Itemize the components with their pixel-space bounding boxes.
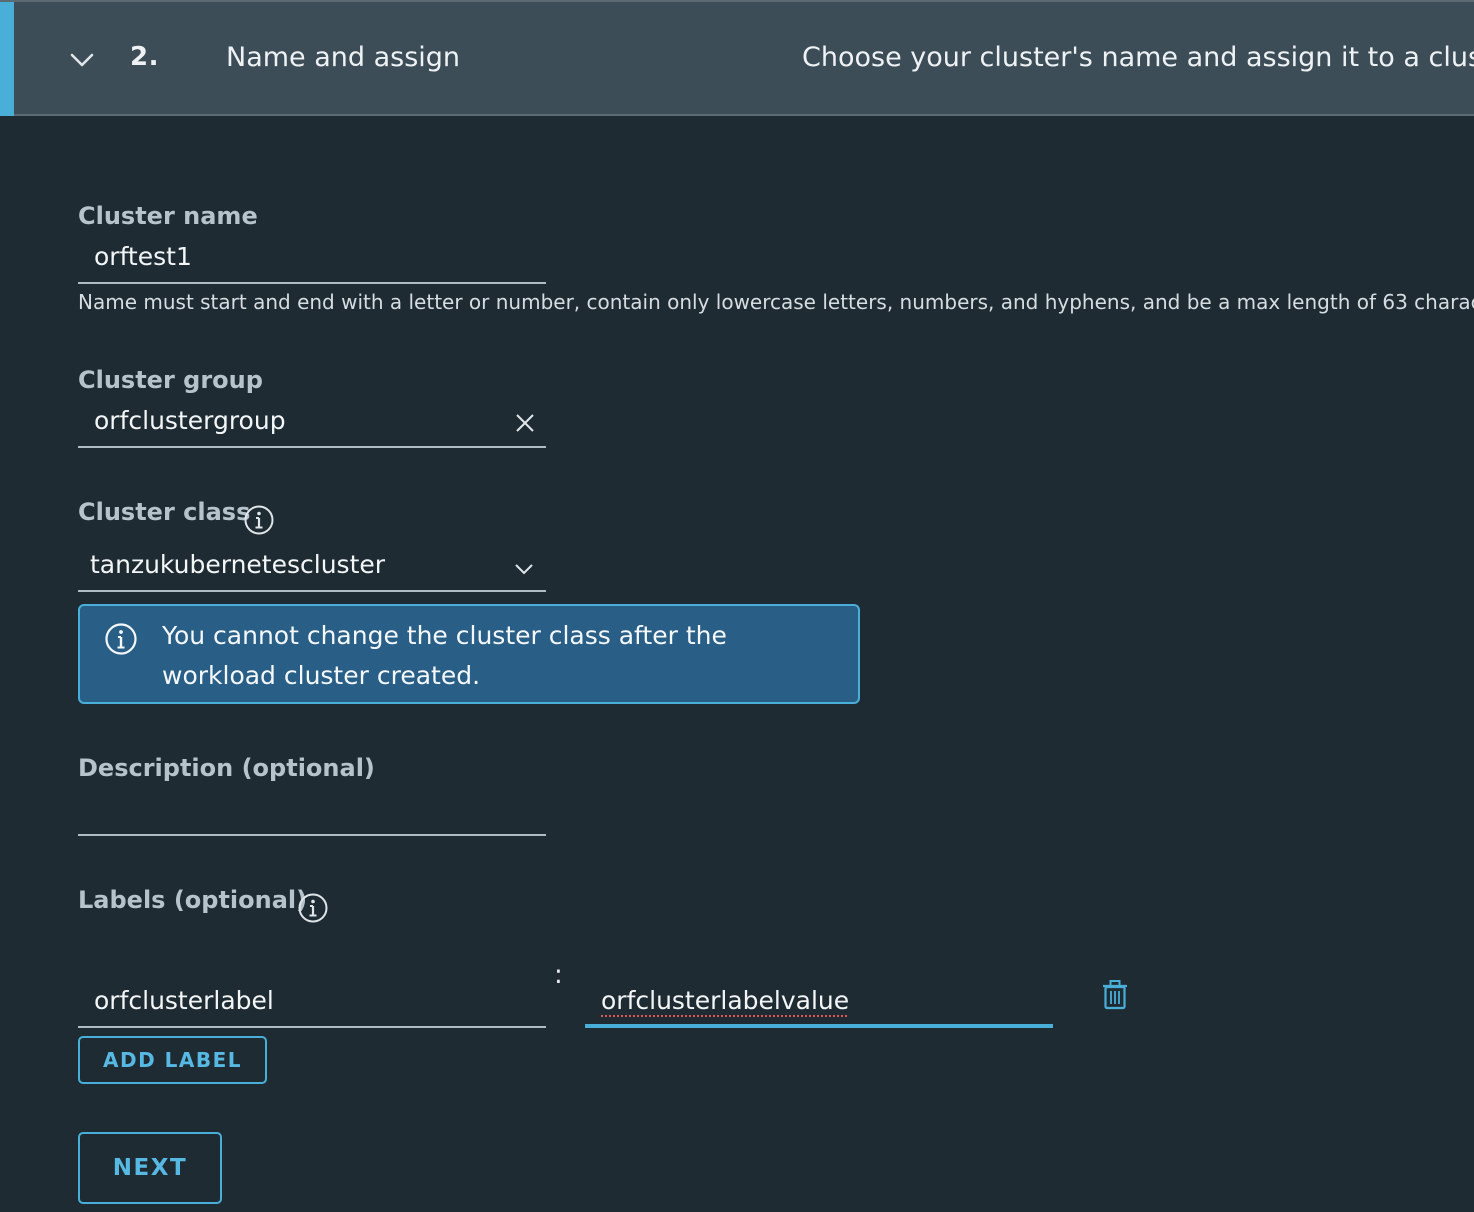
chevron-down-icon xyxy=(515,564,533,575)
cluster-group-input[interactable]: orfclustergroup xyxy=(78,400,546,448)
cluster-class-select[interactable]: tanzukubernetescluster xyxy=(78,544,546,592)
next-button[interactable]: NEXT xyxy=(78,1132,222,1204)
cluster-group-label: Cluster group xyxy=(78,366,263,394)
description-input[interactable] xyxy=(78,788,546,836)
description-label: Description (optional) xyxy=(78,754,375,782)
info-alert: You cannot change the cluster class afte… xyxy=(78,604,860,704)
label-value-input[interactable]: orfclusterlabelvalue xyxy=(585,980,1053,1028)
alert-text: You cannot change the cluster class afte… xyxy=(162,621,727,690)
info-icon[interactable] xyxy=(297,892,329,924)
label-key-value: orfclusterlabel xyxy=(94,986,274,1015)
cluster-group-value: orfclustergroup xyxy=(94,406,286,435)
labels-label: Labels (optional) xyxy=(78,886,308,914)
cluster-class-value: tanzukubernetescluster xyxy=(90,550,386,579)
cluster-name-value: orftest1 xyxy=(94,242,192,271)
cluster-name-helper: Name must start and end with a letter or… xyxy=(78,290,1474,314)
step-title: Name and assign xyxy=(226,42,461,73)
step-accent-bar xyxy=(0,2,14,116)
cluster-name-label: Cluster name xyxy=(78,202,258,230)
step-header[interactable]: 2. Name and assign Choose your cluster's… xyxy=(0,0,1474,116)
step-description: Choose your cluster's name and assign it… xyxy=(802,42,1474,73)
cluster-class-label: Cluster class xyxy=(78,498,251,526)
close-icon[interactable] xyxy=(514,412,536,434)
info-icon xyxy=(105,623,137,655)
step-number: 2. xyxy=(130,42,159,72)
trash-icon[interactable] xyxy=(1100,978,1130,1012)
info-icon[interactable] xyxy=(243,504,275,536)
label-value-value: orfclusterlabelvalue xyxy=(601,986,850,1015)
cluster-name-input[interactable]: orftest1 xyxy=(78,236,546,284)
label-separator: : xyxy=(554,960,563,990)
chevron-down-icon[interactable] xyxy=(68,48,96,72)
label-key-input[interactable]: orfclusterlabel xyxy=(78,980,546,1028)
add-label-button[interactable]: ADD LABEL xyxy=(78,1036,267,1084)
